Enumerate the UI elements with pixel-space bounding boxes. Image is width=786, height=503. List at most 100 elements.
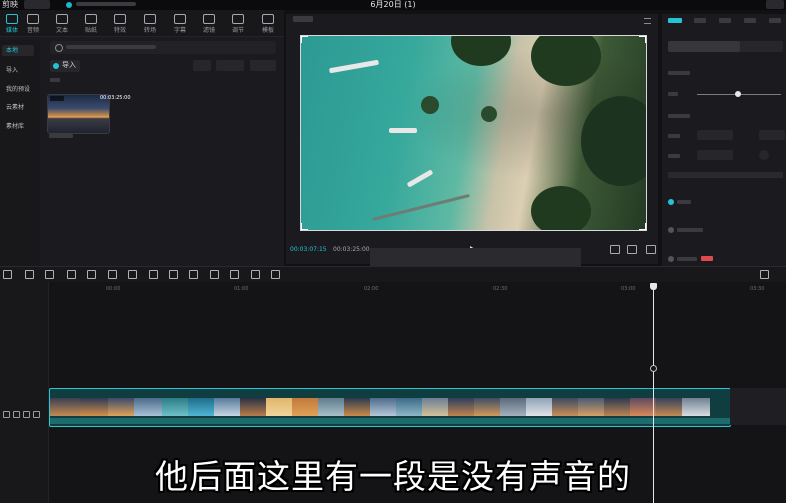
new-badge (701, 256, 713, 261)
tab-transition[interactable]: 转场 (138, 14, 162, 34)
clip-frames (50, 398, 730, 416)
tab-label: 贴纸 (84, 27, 97, 34)
align-buttons[interactable] (668, 172, 783, 178)
tab-sticker[interactable]: 贴纸 (79, 14, 103, 34)
slider-handle[interactable] (735, 91, 741, 97)
blend-label (677, 200, 691, 204)
side-item-label: 导入 (6, 67, 19, 74)
clip-duration: 00:03:25:00 (100, 95, 131, 101)
window-control-button[interactable] (766, 0, 784, 9)
split-left-icon[interactable] (87, 270, 96, 279)
undo-icon[interactable] (25, 270, 34, 279)
tab-label: 特效 (113, 27, 126, 34)
tick-label: 03:30 (750, 286, 765, 292)
timeline-toolbar (0, 266, 786, 283)
rotation-field[interactable] (697, 150, 733, 160)
tab-caption[interactable]: 字幕 (168, 14, 192, 34)
rotate-icon[interactable] (230, 270, 239, 279)
timeline-clip[interactable] (49, 388, 731, 427)
play-reverse-icon[interactable] (189, 270, 198, 279)
side-item-cloud[interactable]: 云素材 (2, 102, 34, 113)
mirror-icon[interactable] (210, 270, 219, 279)
field-label-position (668, 134, 680, 138)
lock-icon[interactable] (3, 411, 10, 418)
blend-checkbox[interactable] (668, 199, 674, 205)
smart-label (677, 257, 697, 261)
shield-icon[interactable] (149, 270, 158, 279)
search-placeholder (66, 45, 156, 49)
section-label-scale (668, 71, 690, 75)
view-mode-button[interactable] (193, 60, 211, 71)
rotate-button[interactable] (759, 150, 769, 160)
audio-icon (27, 14, 39, 24)
side-item-presets[interactable]: 我的预设 (2, 84, 34, 95)
tab-speed[interactable] (719, 18, 731, 23)
cover-icon[interactable] (33, 411, 40, 418)
smart-checkbox[interactable] (668, 256, 674, 262)
tab-filter[interactable]: 滤镜 (197, 14, 221, 34)
stabilize-label (677, 228, 703, 232)
sort-button[interactable] (216, 60, 244, 71)
tab-animation[interactable] (744, 18, 756, 23)
side-item-label: 素材库 (6, 123, 25, 130)
video-preview[interactable] (300, 35, 647, 231)
crop-tool-icon[interactable] (251, 270, 260, 279)
position-x-field[interactable] (697, 130, 733, 140)
side-item-library[interactable]: 素材库 (2, 121, 34, 132)
segment-basic[interactable] (668, 41, 740, 52)
tab-label: 字幕 (173, 27, 186, 34)
tick-label: 02:30 (493, 286, 508, 292)
import-icon (53, 63, 59, 69)
select-tool-icon[interactable] (3, 270, 12, 279)
time-ruler[interactable] (48, 282, 786, 294)
tab-label: 模板 (261, 27, 274, 34)
menu-icon[interactable] (644, 18, 651, 24)
eye-icon[interactable] (13, 411, 20, 418)
playhead-marker (650, 365, 657, 372)
split-icon[interactable] (67, 270, 76, 279)
clip-audio-waveform (50, 418, 730, 424)
tab-effect[interactable]: 特效 (108, 14, 132, 34)
redo-icon[interactable] (45, 270, 54, 279)
stabilize-checkbox[interactable] (668, 227, 674, 233)
tab-label: 滤镜 (202, 27, 215, 34)
frame-icon[interactable] (271, 270, 280, 279)
playhead-handle[interactable] (650, 283, 657, 290)
tab-adjust-prop[interactable] (769, 18, 781, 23)
side-item-label: 本地 (6, 47, 19, 54)
volume-icon[interactable] (23, 411, 30, 418)
sticker-icon (85, 14, 97, 24)
tab-audio[interactable]: 音频 (21, 14, 45, 34)
total-time: 00:03:25:00 (333, 246, 370, 253)
side-item-local[interactable]: 本地 (2, 45, 34, 56)
import-label: 导入 (62, 61, 76, 69)
tab-screen[interactable] (668, 18, 682, 23)
current-time: 00:03:07:15 (290, 246, 327, 253)
side-item-import[interactable]: 导入 (2, 65, 34, 76)
ratio-icon[interactable] (627, 245, 637, 254)
text-icon (56, 14, 68, 24)
tick-label: 00:00 (106, 286, 121, 292)
video-subtitle: 他后面这里有一段是没有声音的 (155, 457, 631, 496)
position-y-field[interactable] (759, 130, 785, 140)
tab-adjust[interactable]: 调节 (226, 14, 250, 34)
side-item-label: 云素材 (6, 104, 25, 111)
track-controls (3, 403, 45, 418)
clip-filename (49, 134, 73, 138)
crop-icon[interactable] (610, 245, 620, 254)
filter-button[interactable] (250, 60, 276, 71)
tab-template[interactable]: 模板 (256, 14, 280, 34)
tab-text[interactable]: 文本 (50, 14, 74, 34)
effect-icon (114, 14, 126, 24)
side-item-label: 我的预设 (6, 86, 31, 93)
microphone-icon[interactable] (760, 270, 769, 279)
transition-icon (144, 14, 156, 24)
timeline-empty-region (730, 388, 786, 425)
search-icon (55, 44, 63, 52)
fullscreen-icon[interactable] (646, 245, 656, 254)
split-right-icon[interactable] (108, 270, 117, 279)
freeze-icon[interactable] (169, 270, 178, 279)
delete-icon[interactable] (128, 270, 137, 279)
tab-audio-prop[interactable] (694, 18, 706, 23)
media-icon (6, 14, 18, 24)
